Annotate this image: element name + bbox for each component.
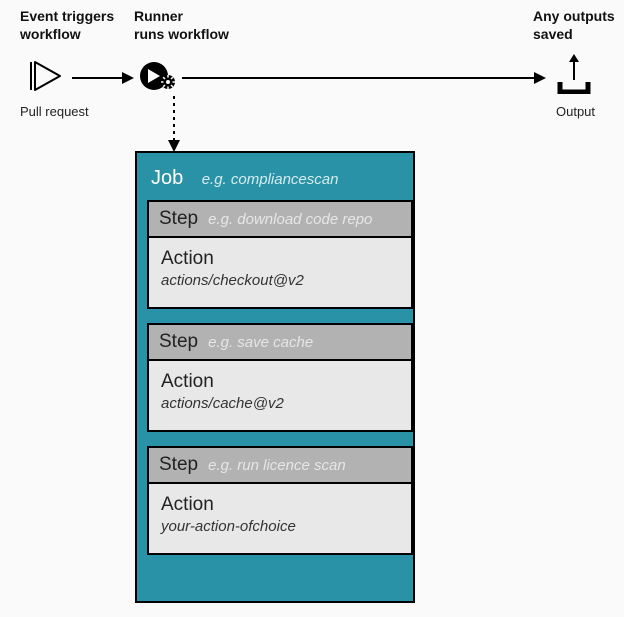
job-body: Step e.g. download code repo Action acti… [137,200,413,555]
event-header: Event triggers workflow [20,8,114,43]
step-example: e.g. run licence scan [208,457,346,474]
action-body: Action actions/checkout@v2 [147,236,413,309]
event-header-line2: workflow [20,26,81,42]
step-label: Step [159,208,198,230]
event-header-line1: Event triggers [20,8,114,24]
action-ref: your-action-ofchoice [161,518,399,535]
action-title: Action [161,248,399,270]
action-ref: actions/checkout@v2 [161,272,399,289]
arrow-event-to-runner-head [122,72,134,84]
action-title: Action [161,494,399,516]
step-block: Step e.g. download code repo Action acti… [147,200,413,309]
runner-icon [140,58,176,99]
runner-header-line2: runs workflow [134,26,229,42]
step-example: e.g. save cache [208,334,313,351]
output-header: Any outputs saved [533,8,615,43]
step-block: Step e.g. save cache Action actions/cach… [147,323,413,432]
arrow-event-to-runner [72,77,124,79]
step-header: Step e.g. save cache [147,323,413,359]
action-title: Action [161,371,399,393]
runner-header: Runner runs workflow [134,8,229,43]
output-header-line2: saved [533,26,573,42]
output-label: Output [556,104,595,119]
output-icon [556,54,592,99]
arrow-runner-to-output-head [534,72,546,84]
step-header: Step e.g. run licence scan [147,446,413,482]
arrow-runner-to-output [182,77,536,79]
action-body: Action your-action-ofchoice [147,482,413,555]
step-block: Step e.g. run licence scan Action your-a… [147,446,413,555]
job-container: Job e.g. compliancescan Step e.g. downlo… [135,151,415,603]
step-label: Step [159,454,198,476]
pull-request-label: Pull request [20,104,89,119]
job-header: Job e.g. compliancescan [137,153,413,200]
action-body: Action actions/cache@v2 [147,359,413,432]
arrow-runner-to-job [166,96,182,159]
output-header-line1: Any outputs [533,8,615,24]
event-trigger-icon [28,58,64,99]
job-example: e.g. compliancescan [202,171,339,188]
job-title: Job [151,167,183,189]
step-header: Step e.g. download code repo [147,200,413,236]
action-ref: actions/cache@v2 [161,395,399,412]
step-example: e.g. download code repo [208,211,372,228]
runner-header-line1: Runner [134,8,183,24]
step-label: Step [159,331,198,353]
